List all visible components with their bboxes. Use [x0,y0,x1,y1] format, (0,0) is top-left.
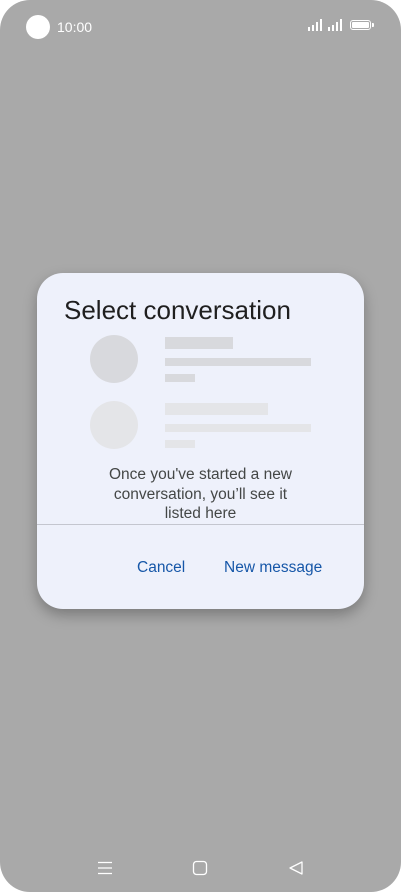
placeholder-line [165,440,195,448]
placeholder-line [165,358,311,366]
empty-state-line: conversation, you’ll see it [113,485,288,503]
home-icon[interactable] [188,856,212,880]
status-time: 10:00 [57,19,93,35]
empty-state-message: Once you've started a new conversation, … [37,465,364,524]
signal-icon [308,19,322,31]
empty-state-line: listed here [164,505,237,522]
back-icon[interactable] [284,856,308,880]
placeholder-line [165,424,311,432]
placeholder-line [165,374,195,382]
dialog-divider [37,524,364,525]
placeholder-line [165,403,268,415]
cancel-button[interactable]: Cancel [137,557,185,579]
camera-cutout [26,15,50,39]
placeholder-line [165,337,233,349]
status-bar: 10:00 [0,0,401,54]
placeholder-avatar [90,401,138,449]
select-conversation-dialog: Select conversation Once you've started … [37,273,364,609]
status-icons [308,19,374,31]
navigation-bar [0,848,401,888]
battery-icon [350,20,374,30]
signal-icon [328,19,342,31]
empty-state-line: Once you've started a new [108,466,293,483]
phone-screen: 10:00 Select conversation Once you've st… [0,0,401,892]
menu-icon[interactable] [93,856,117,880]
dialog-title: Select conversation [64,295,291,325]
placeholder-avatar [90,335,138,383]
new-message-button[interactable]: New message [224,557,322,579]
